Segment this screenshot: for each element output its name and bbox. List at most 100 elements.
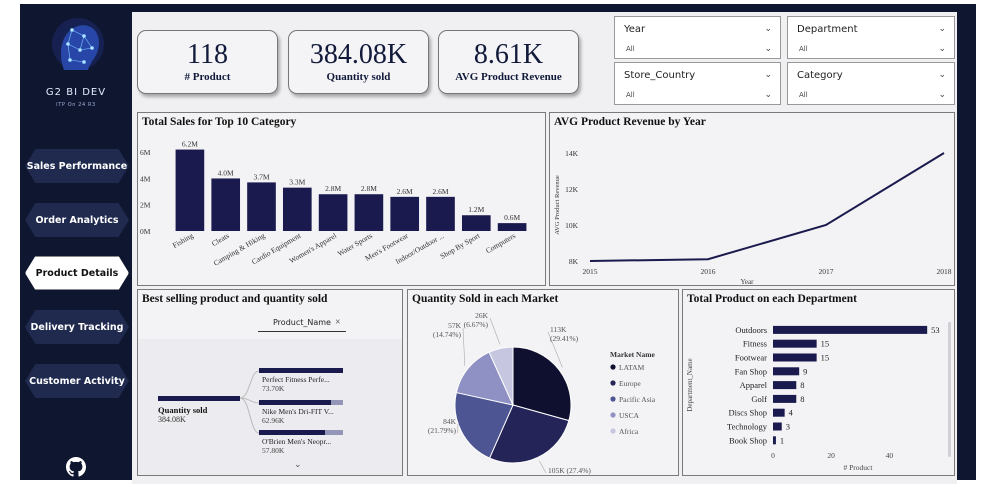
slicer-title: Store_Country: [624, 70, 696, 81]
chevron-down-icon[interactable]: ⌄: [294, 459, 302, 470]
bar: [318, 194, 348, 231]
bar: [461, 215, 491, 231]
bar: [175, 149, 205, 231]
slice-pct-label: (6.67%): [464, 320, 489, 329]
top10-bar-chart: 0M2M4M6M6.2MFishing4.0MCleats3.7MCamping…: [140, 140, 527, 268]
y-axis-title: Department_Name: [686, 358, 694, 411]
x-tick-label: 2015: [583, 267, 598, 276]
data-label: 8: [800, 380, 804, 390]
y-tick-label: 8K: [569, 257, 579, 266]
brand-subtitle: ITP On 24 R3: [56, 102, 96, 108]
chevron-down-icon: ⌄: [764, 23, 772, 33]
kpi-label: AVG Product Revenue: [455, 71, 562, 83]
data-label: 1: [780, 435, 784, 445]
panel-avg-revenue-year: AVG Product Revenue by Year 8K 10K 12K 14K 2…: [549, 112, 955, 286]
x-tick-label: 20: [827, 451, 835, 460]
y-tick-label: 4M: [140, 174, 151, 183]
slicer-title: Department: [797, 24, 858, 35]
field-chip[interactable]: Product_Name: [258, 318, 346, 332]
decomp-tree-area: Quantity sold 384.08K Perfect Fitness Pe…: [138, 339, 402, 475]
bar: [773, 353, 817, 362]
slicer-value: All: [626, 45, 635, 53]
y-tick-label: Fan Shop: [735, 366, 767, 376]
slicer-title: Year: [624, 24, 646, 35]
x-tick-label: 2018: [937, 267, 952, 276]
field-chip-label: Product_Name: [273, 318, 331, 327]
legend-item: USCA: [619, 411, 640, 420]
decomp-root-label: Quantity sold: [158, 405, 208, 415]
decomp-item-bar: [259, 368, 343, 373]
chevron-down-icon[interactable]: ⌄: [764, 89, 772, 100]
slice-value-label: 84K: [443, 417, 457, 426]
data-label: 2.8M: [325, 184, 341, 193]
nav-delivery-tracking[interactable]: Delivery Tracking: [25, 310, 129, 344]
kpi-label: Quantity sold: [326, 71, 391, 83]
decomp-item-value: 57.80K: [262, 446, 285, 455]
close-icon[interactable]: ×: [335, 317, 341, 328]
x-tick-label: 40: [886, 451, 894, 460]
slicer-category[interactable]: Category ⌄ All ⌄: [787, 62, 955, 105]
decomp-item-value: 62.96K: [262, 416, 285, 425]
x-tick-label: 2016: [701, 267, 716, 276]
chevron-down-icon[interactable]: ⌄: [938, 43, 946, 54]
bar: [773, 339, 817, 348]
slice-pct-label: (21.79%): [428, 426, 457, 435]
market-pie-chart: 113K(29.41%) 105K (27.4%) 84K(21.79%) 57K(1…: [428, 311, 656, 475]
nav-product-details[interactable]: Product Details: [25, 256, 129, 290]
slice-value-label: 26K: [475, 311, 489, 320]
bar: [773, 436, 776, 445]
data-label: 1.2M: [468, 205, 484, 214]
slicer-value: All: [799, 45, 808, 53]
chevron-down-icon[interactable]: ⌄: [938, 89, 946, 100]
data-label: 9: [803, 366, 807, 376]
x-tick-label: 2017: [819, 267, 834, 276]
panel-title: Best selling product and quantity sold: [142, 293, 328, 305]
scrollbar: [948, 322, 951, 457]
decomp-item-label[interactable]: Perfect Fitness Perfe...: [262, 375, 330, 384]
leader-line: [462, 327, 466, 366]
y-tick-label: 12K: [565, 185, 579, 194]
kpi-value: 118: [187, 39, 228, 70]
decomp-item-bar: [259, 430, 325, 435]
nav-customer-activity[interactable]: Customer Activity: [25, 364, 129, 398]
legend-swatch: [610, 428, 616, 434]
y-tick-label: Golf: [751, 394, 767, 404]
x-tick-label: Shop By Sport: [439, 230, 483, 260]
bar: [390, 196, 420, 231]
chevron-down-icon: ⌄: [938, 23, 946, 33]
github-icon[interactable]: [66, 457, 86, 477]
avg-revenue-line-chart: 8K 10K 12K 14K 2015 2016 2017 2018 Year AVG Produ…: [554, 149, 952, 285]
decomp-item-label[interactable]: O'Brien Men's Neopr...: [262, 437, 331, 446]
x-axis-title: # Product: [844, 463, 874, 472]
slice-value-label: 105K (27.4%): [548, 466, 591, 475]
data-label: 15: [821, 353, 830, 363]
kpi-product-count: 118 # Product: [137, 30, 278, 94]
decomp-item-value: 73.70K: [262, 384, 285, 393]
nav-sales-performance[interactable]: Sales Performance: [25, 149, 129, 183]
bar: [773, 381, 797, 390]
data-label: 4.0M: [218, 168, 234, 177]
brand-head-icon: [52, 18, 104, 70]
chevron-down-icon[interactable]: ⌄: [764, 43, 772, 54]
panel-title: AVG Product Revenue by Year: [554, 116, 706, 128]
slicer-year[interactable]: Year ⌄ All ⌄: [614, 16, 781, 59]
y-tick-label: 6M: [140, 148, 151, 157]
chevron-down-icon: ⌄: [764, 69, 772, 79]
decomp-item-label[interactable]: Nike Men's Dri-FIT V...: [262, 407, 334, 416]
panel-title: Quantity Sold in each Market: [412, 293, 559, 305]
y-tick-label: Fitness: [743, 339, 767, 349]
series-line: [589, 152, 945, 262]
data-label: 4: [789, 408, 794, 418]
bar: [773, 325, 928, 334]
nav-order-analytics[interactable]: Order Analytics: [25, 203, 129, 237]
bar: [354, 194, 384, 231]
decomp-item-bar-rest: [331, 400, 343, 405]
bar: [773, 422, 782, 431]
leader-line: [539, 460, 547, 474]
leader-line: [489, 317, 501, 345]
slicer-department[interactable]: Department ⌄ All ⌄: [787, 16, 955, 59]
panel-best-selling: Best selling product and quantity sold P…: [137, 289, 403, 476]
bar: [773, 367, 800, 376]
slicer-store-country[interactable]: Store_Country ⌄ All ⌄: [614, 62, 781, 105]
bar: [282, 187, 312, 231]
